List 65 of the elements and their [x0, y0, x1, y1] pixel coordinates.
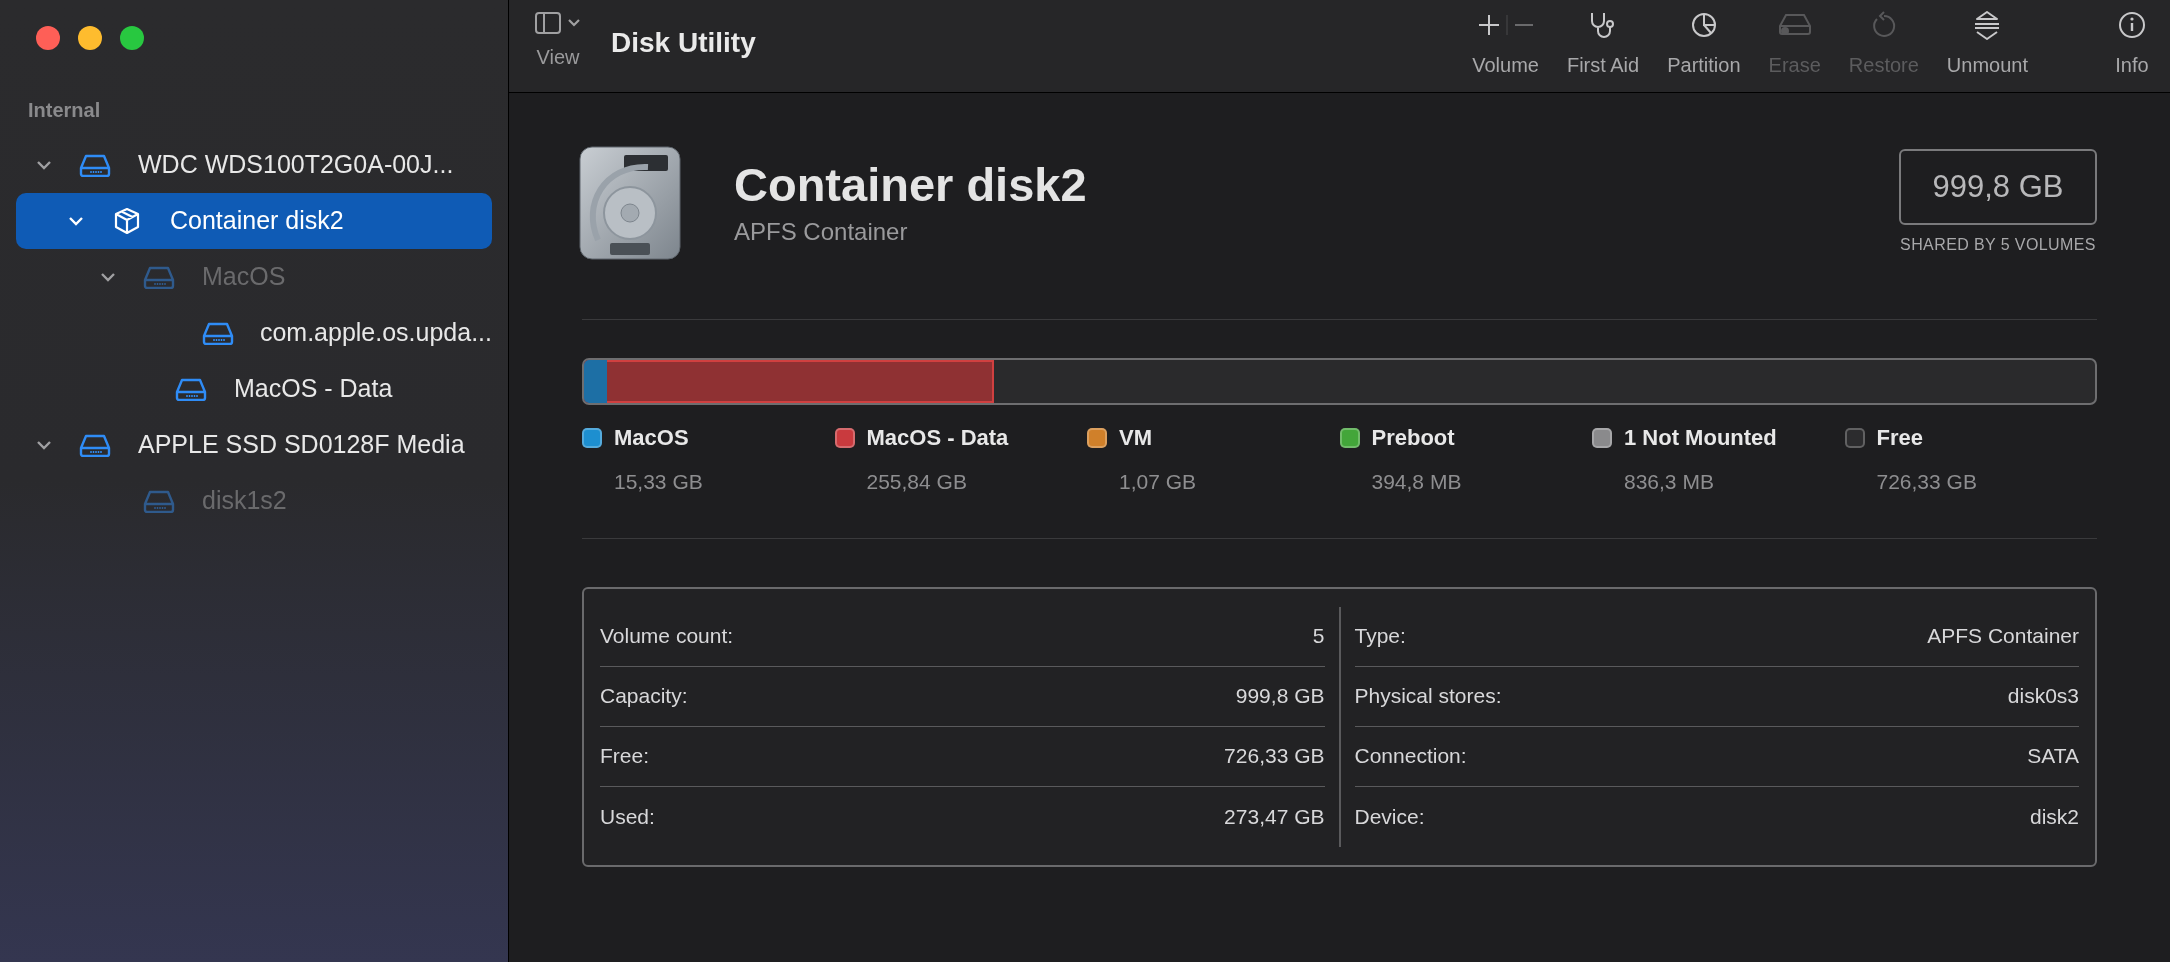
info-label: Connection:	[1354, 743, 1467, 770]
partition-button[interactable]: Partition	[1653, 10, 1755, 80]
chevron-down-icon	[100, 271, 116, 283]
info-label: Free:	[600, 743, 649, 770]
info-value: 273,47 GB	[1224, 803, 1325, 830]
info-label: Type:	[1354, 623, 1406, 650]
legend-size: 15,33 GB	[614, 469, 703, 495]
box-icon	[112, 206, 142, 236]
window-title: Disk Utility	[611, 26, 756, 60]
info-label: Volume count:	[600, 623, 734, 650]
drive-icon	[201, 321, 234, 345]
info-value: 5	[1312, 623, 1325, 650]
legend-name: Free	[1876, 424, 1923, 452]
drive-icon	[143, 489, 175, 513]
legend-name: MacOS	[614, 424, 689, 452]
drive-icon	[175, 377, 207, 401]
drive-erase-icon	[1776, 12, 1813, 38]
sidebar-item[interactable]: com.apple.os.upda...	[16, 305, 492, 361]
pie-chart-icon	[1689, 11, 1718, 39]
sidebar-item[interactable]: MacOS - Data	[16, 361, 492, 417]
zoom-button[interactable]	[120, 26, 144, 50]
info-button[interactable]: Info	[2102, 10, 2162, 80]
sidebar-section-header: Internal	[28, 98, 101, 123]
info-label: Device:	[1354, 803, 1425, 830]
info-label: Capacity:	[600, 683, 688, 710]
plus-minus-icon	[1477, 13, 1534, 37]
info-value: APFS Container	[1927, 623, 2079, 650]
legend-size: 255,84 GB	[866, 469, 967, 495]
legend-name: Preboot	[1371, 424, 1455, 452]
info-value: disk2	[2029, 803, 2079, 830]
drive-icon	[79, 153, 111, 177]
drive-icon	[143, 265, 175, 289]
shared-volumes-note: SHARED BY 5 VOLUMES	[1900, 235, 2096, 255]
legend-size: 726,33 GB	[1876, 469, 1977, 495]
legend-size: 1,07 GB	[1119, 469, 1197, 495]
chevron-down-icon	[36, 159, 52, 171]
info-label: Used:	[600, 803, 655, 830]
minimize-button[interactable]	[78, 26, 102, 50]
info-value: SATA	[2027, 743, 2079, 770]
info-value: 999,8 GB	[1235, 683, 1325, 710]
first-aid-button[interactable]: First Aid	[1552, 10, 1654, 80]
legend-size: 836,3 MB	[1624, 469, 1714, 495]
legend-name: 1 Not Mounted	[1624, 424, 1777, 452]
info-icon	[2118, 11, 2146, 39]
drive-icon	[79, 433, 111, 457]
container-subtitle: APFS Container	[734, 217, 909, 248]
sidebar-item[interactable]: APPLE SSD SD0128F Media	[16, 417, 492, 473]
sidebar-item[interactable]: Container disk2	[16, 193, 492, 249]
sidebar-item[interactable]: WDC WDS100T2G0A-00J...	[16, 137, 492, 193]
chevron-down-icon	[68, 215, 84, 227]
unmount-button[interactable]: Unmount	[1932, 10, 2042, 80]
view-button[interactable]: View	[535, 12, 581, 72]
legend-size: 394,8 MB	[1371, 469, 1462, 495]
info-value: 726,33 GB	[1224, 743, 1325, 770]
legend-name: VM	[1119, 424, 1152, 452]
container-title: Container disk2	[734, 156, 1087, 213]
close-button[interactable]	[36, 26, 60, 50]
info-value: disk0s3	[2007, 683, 2079, 710]
sidebar-icon	[535, 12, 561, 34]
chevron-down-icon	[36, 439, 52, 451]
volume-button[interactable]: Volume	[1458, 10, 1553, 80]
chevron-down-icon	[567, 18, 581, 28]
capacity-display: 999,8 GB	[1899, 149, 2097, 225]
legend-name: MacOS - Data	[866, 424, 1009, 452]
info-label: Physical stores:	[1354, 683, 1502, 710]
